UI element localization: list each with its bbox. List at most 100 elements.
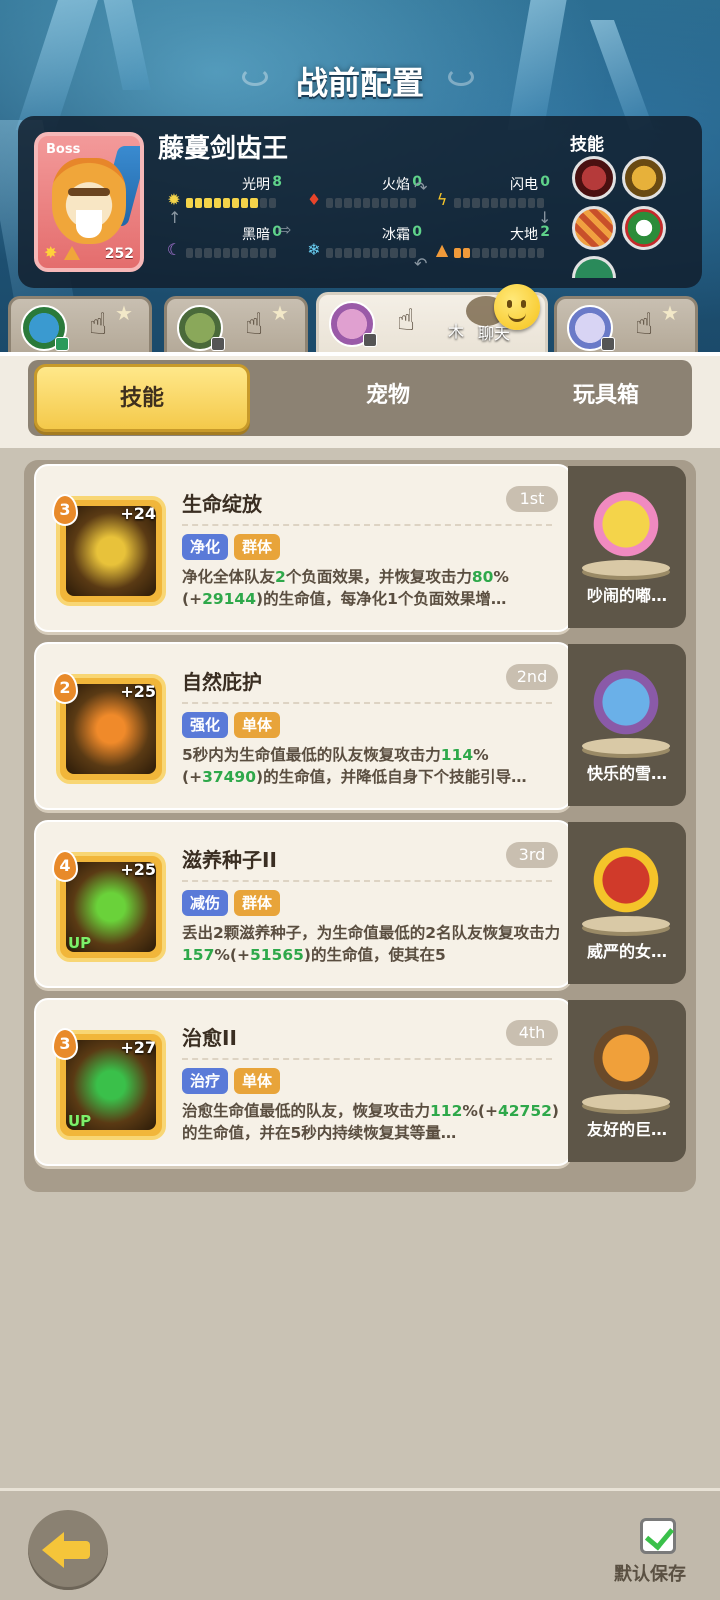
tap-hand-icon: ☝ bbox=[397, 303, 416, 338]
skill-title: 治愈II bbox=[182, 1026, 237, 1050]
skill-rank: 4th bbox=[506, 1020, 558, 1046]
skill-tag-target: 单体 bbox=[234, 1068, 281, 1094]
boss-skill-icon[interactable] bbox=[572, 156, 616, 200]
description-part: 29144 bbox=[202, 590, 257, 608]
skill-level-badge: 3 bbox=[52, 1028, 78, 1060]
tab-skills[interactable]: 技能 bbox=[34, 364, 250, 432]
element-bar-segment bbox=[353, 198, 361, 208]
element-bar-segment bbox=[399, 198, 407, 208]
pet-figure bbox=[588, 666, 664, 746]
element-bar-segment bbox=[186, 198, 194, 208]
element-bar-segment bbox=[204, 248, 212, 258]
boss-skill-icon[interactable] bbox=[572, 206, 616, 250]
segment-tabs: 技能 宠物 玩具箱 bbox=[28, 360, 692, 436]
element-bar-segment bbox=[250, 198, 258, 208]
element-value: 8 bbox=[272, 174, 282, 190]
element-bar-segment bbox=[399, 248, 407, 258]
lightning-icon: ϟ bbox=[436, 190, 448, 209]
element-bar-segment bbox=[241, 198, 249, 208]
element-bar-segment bbox=[259, 198, 267, 208]
skill-icon-frame[interactable]: 3 +27 UP bbox=[52, 1028, 166, 1140]
pet-slot[interactable]: 威严的女… bbox=[568, 822, 686, 984]
pet-figure bbox=[588, 488, 664, 568]
element-bar-segment bbox=[213, 198, 221, 208]
tab-toybox[interactable]: 玩具箱 bbox=[498, 364, 714, 432]
divider bbox=[182, 880, 552, 882]
flame-icon: ♦ bbox=[306, 190, 322, 209]
boss-skill-icon[interactable] bbox=[622, 206, 666, 250]
description-part: %(+ bbox=[462, 1102, 498, 1120]
boss-panel: Boss ✸ 252 藤蔓剑齿王 ✹ 光明 8 ♦ 火焰 0 ϟ 闪电 0 ☾ … bbox=[18, 116, 702, 288]
skill-level-badge: 4 bbox=[52, 850, 78, 882]
element-bar-segment bbox=[353, 248, 361, 258]
pet-name: 友好的巨… bbox=[586, 1120, 667, 1139]
element-bar-segment bbox=[509, 248, 517, 258]
element-bar bbox=[186, 248, 277, 258]
element-bar-segment bbox=[186, 248, 194, 258]
pet-slot[interactable]: 友好的巨… bbox=[568, 1000, 686, 1162]
skill-icon-frame[interactable]: 4 +25 UP bbox=[52, 850, 166, 962]
sun-icon: ✹ bbox=[167, 190, 181, 209]
divider bbox=[182, 1058, 552, 1060]
boss-skill-icon[interactable] bbox=[572, 256, 616, 278]
element-label: 冰霜 bbox=[382, 227, 410, 243]
description-part: 5秒内为生命值最低的队友恢复攻击力 bbox=[182, 746, 441, 764]
moon-icon: ☾ bbox=[166, 240, 182, 259]
skill-rank: 3rd bbox=[506, 842, 558, 868]
team-member-tab[interactable]: ☝ ★ bbox=[164, 296, 308, 356]
element-bar bbox=[326, 248, 417, 258]
skill-icon-frame[interactable]: 3 +24 bbox=[52, 494, 166, 606]
boss-portrait[interactable]: Boss ✸ 252 bbox=[34, 132, 144, 272]
element-bar-segment bbox=[372, 198, 380, 208]
tap-hand-icon: ☝ bbox=[635, 307, 654, 342]
badge-icon bbox=[211, 337, 225, 351]
team-member-tab[interactable]: ☝ ★ bbox=[8, 296, 152, 356]
element-label: 闪电 bbox=[510, 177, 538, 193]
element-bar-segment bbox=[344, 248, 352, 258]
skill-card[interactable]: 3 +24 生命绽放 1st 净化 群体 净化全体队友2个负面效果，并恢复攻击力… bbox=[34, 464, 572, 632]
pet-slot[interactable]: 吵闹的嘟… bbox=[568, 466, 686, 628]
skill-description: 5秒内为生命值最低的队友恢复攻击力114%(+37490)的生命值，并降低自身下… bbox=[182, 744, 564, 810]
element-bar-segment bbox=[232, 248, 240, 258]
badge-icon bbox=[363, 333, 377, 347]
skill-icon-frame[interactable]: 2 +25 bbox=[52, 672, 166, 784]
element-bar-segment bbox=[481, 248, 489, 258]
element-bar-segment bbox=[213, 248, 221, 258]
element-light: ✹ 光明 8 bbox=[164, 174, 304, 214]
skill-card[interactable]: 4 +25 UP 滋养种子II 3rd 减伤 群体 丢出2颗滋养种子，为生命值最… bbox=[34, 820, 572, 988]
boss-skill-icon[interactable] bbox=[622, 156, 666, 200]
pet-slot[interactable]: 快乐的雪… bbox=[568, 644, 686, 806]
skill-tag-target: 群体 bbox=[234, 890, 281, 916]
skill-card[interactable]: 3 +27 UP 治愈II 4th 治疗 单体 治愈生命值最低的队友，恢复攻击力… bbox=[34, 998, 572, 1166]
description-part: 157 bbox=[182, 946, 215, 964]
element-bar-segment bbox=[463, 198, 471, 208]
tab-pets[interactable]: 宠物 bbox=[280, 364, 496, 432]
pet-figure bbox=[588, 844, 664, 924]
team-member-tab[interactable]: ☝ ★ bbox=[554, 296, 698, 356]
element-bar bbox=[454, 198, 545, 208]
element-bar-segment bbox=[381, 248, 389, 258]
earth-element-icon bbox=[64, 246, 80, 260]
element-label: 光明 bbox=[242, 177, 270, 193]
smiley-emoji-icon[interactable] bbox=[494, 284, 540, 330]
description-part: 42752 bbox=[497, 1102, 552, 1120]
skill-bonus: +25 bbox=[120, 860, 156, 879]
element-label: 大地 bbox=[510, 227, 538, 243]
skill-up-label: UP bbox=[68, 934, 92, 952]
sabertooth-face bbox=[52, 158, 126, 244]
element-bar-segment bbox=[362, 248, 371, 258]
element-bar-segment bbox=[472, 198, 480, 208]
badge-icon bbox=[55, 337, 69, 351]
element-bar bbox=[326, 198, 417, 208]
element-bar-segment bbox=[222, 198, 231, 208]
default-save-checkbox[interactable] bbox=[640, 1518, 676, 1554]
skill-tag-effect: 治疗 bbox=[182, 1068, 229, 1094]
star-icon: ★ bbox=[271, 301, 289, 325]
element-bar-segment bbox=[472, 248, 480, 258]
back-button[interactable] bbox=[28, 1510, 108, 1590]
element-bar-segment bbox=[241, 248, 249, 258]
element-bar-segment bbox=[362, 198, 371, 208]
skill-tag-target: 群体 bbox=[234, 534, 281, 560]
skill-tag-target: 单体 bbox=[234, 712, 281, 738]
skill-card[interactable]: 2 +25 自然庇护 2nd 强化 单体 5秒内为生命值最低的队友恢复攻击力11… bbox=[34, 642, 572, 810]
